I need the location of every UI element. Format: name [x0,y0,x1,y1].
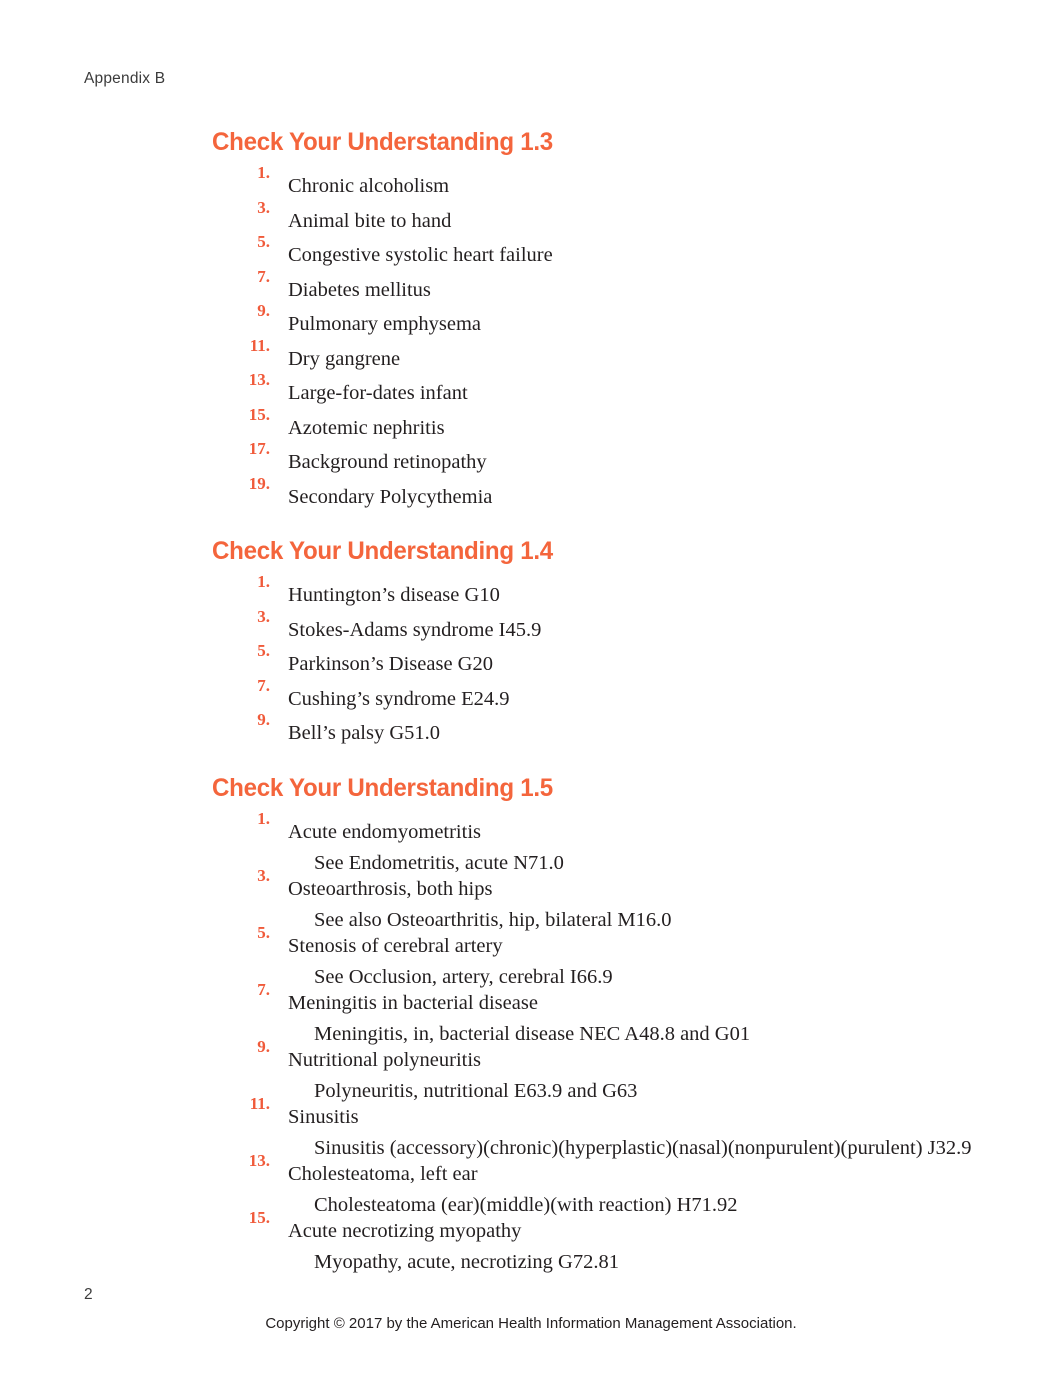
section-check-your-understanding-1-3: Check Your Understanding 1.3 1. Chronic … [212,128,1002,509]
list-item-number: 7. [257,979,270,999]
list-item: 7. Diabetes mellitus [212,268,1002,303]
section-heading: Check Your Understanding 1.4 [212,537,553,565]
copyright-notice: Copyright © 2017 by the American Health … [265,1315,797,1332]
list-item: 13. Cholesteatoma, left ear Cholesteatom… [212,1150,1002,1216]
list-item-number: 13. [248,1150,270,1170]
list-item: 9. Nutritional polyneuritis Polyneuritis… [212,1036,1002,1102]
answer-list: 1. Acute endomyometritis See Endometriti… [212,808,1002,1273]
list-item: 1. Chronic alcoholism [212,164,1002,199]
list-item: 9. Bell’s palsy G51.0 [212,711,1002,746]
list-item-text: Osteoarthrosis, both hips [288,877,493,900]
list-item-number: 7. [257,266,270,286]
list-item: 11. Sinusitis Sinusitis (accessory)(chro… [212,1093,1002,1159]
list-item: 13. Large-for-dates infant [212,371,1002,406]
list-item-number: 1. [257,808,270,828]
list-item: 3. Animal bite to hand [212,199,1002,234]
list-item-number: 15. [248,1207,270,1227]
list-item-text: Diabetes mellitus [288,278,431,301]
list-item-text: Large-for-dates infant [288,382,468,404]
list-item-text: Parkinson’s Disease G20 [288,653,493,675]
list-item-text: Secondary Polycythemia [288,485,493,508]
section-check-your-understanding-1-5: Check Your Understanding 1.5 1. Acute en… [212,773,1002,1273]
section-check-your-understanding-1-4: Check Your Understanding 1.4 1. Huntingt… [212,537,1002,746]
list-item-number: 7. [257,675,270,695]
list-item-number: 19. [248,473,270,493]
list-item: 7. Cushing’s syndrome E24.9 [212,677,1002,712]
list-item: 5. Stenosis of cerebral artery See Occlu… [212,922,1002,988]
list-item-number: 11. [249,335,270,355]
list-item-text: Bell’s palsy G51.0 [288,722,441,744]
list-item-text: Stenosis of cerebral artery [288,934,503,957]
section-heading: Check Your Understanding 1.3 [212,128,553,156]
list-item-number: 17. [248,439,270,458]
list-item-subtext: Myopathy, acute, necrotizing G72.81 [314,1251,619,1273]
list-item-text: Dry gangrene [288,347,401,370]
list-item-number: 5. [257,232,270,251]
list-item-text: Meningitis in bacterial disease [288,991,538,1014]
list-item-text: Congestive systolic heart failure [288,244,553,266]
page-number: 2 [84,1286,93,1303]
list-item-text: Acute necrotizing myopathy [288,1219,522,1242]
list-item-number: 3. [257,197,270,217]
list-item: 1. Huntington’s disease G10 [212,573,1002,608]
list-item-number: 1. [257,572,270,591]
list-item-text: Cholesteatoma, left ear [288,1162,478,1185]
list-item-text: Azotemic nephritis [288,416,445,439]
running-head: Appendix B [84,70,166,87]
list-item: 7. Meningitis in bacterial disease Menin… [212,979,1002,1045]
list-item-text: Pulmonary emphysema [288,313,482,335]
list-item-number: 3. [257,865,270,885]
list-item-text: Chronic alcoholism [288,175,450,197]
answer-list: 1. Chronic alcoholism 3. Animal bite to … [212,164,1002,509]
list-item-number: 5. [257,922,270,942]
list-item: 15. Azotemic nephritis [212,406,1002,441]
list-item-text: Stokes-Adams syndrome I45.9 [288,618,542,641]
list-item-text: Background retinopathy [288,451,487,473]
list-item-text: Cushing’s syndrome E24.9 [288,687,510,710]
list-item: 3. Osteoarthrosis, both hips See also Os… [212,865,1002,931]
document-body: Check Your Understanding 1.3 1. Chronic … [212,128,1002,1273]
section-heading: Check Your Understanding 1.5 [212,773,553,802]
list-item-number: 9. [257,1036,270,1056]
list-item: 11. Dry gangrene [212,337,1002,372]
list-item: 5. Congestive systolic heart failure [212,233,1002,268]
list-item: 17. Background retinopathy [212,440,1002,475]
list-item: 1. Acute endomyometritis See Endometriti… [212,808,1002,874]
list-item-number: 11. [249,1093,270,1113]
list-item-text: Acute endomyometritis [288,820,481,843]
list-item: 9. Pulmonary emphysema [212,302,1002,337]
list-item-text: Animal bite to hand [288,209,452,232]
list-item: 19. Secondary Polycythemia [212,475,1002,510]
list-item-number: 9. [257,301,270,320]
list-item-number: 15. [248,404,270,424]
list-item: 15. Acute necrotizing myopathy Myopathy,… [212,1207,1002,1273]
list-item-text: Sinusitis [288,1105,359,1128]
list-item-number: 3. [257,606,270,626]
list-item-text: Nutritional polyneuritis [288,1048,482,1071]
list-item-number: 1. [257,163,270,182]
list-item: 3. Stokes-Adams syndrome I45.9 [212,608,1002,643]
list-item-number: 13. [248,370,270,389]
answer-list: 1. Huntington’s disease G10 3. Stokes-Ad… [212,573,1002,746]
list-item: 5. Parkinson’s Disease G20 [212,642,1002,677]
document-page: Appendix B Check Your Understanding 1.3 … [0,0,1062,1383]
list-item-number: 5. [257,641,270,660]
list-item-text: Huntington’s disease G10 [288,584,500,606]
list-item-number: 9. [257,710,270,729]
